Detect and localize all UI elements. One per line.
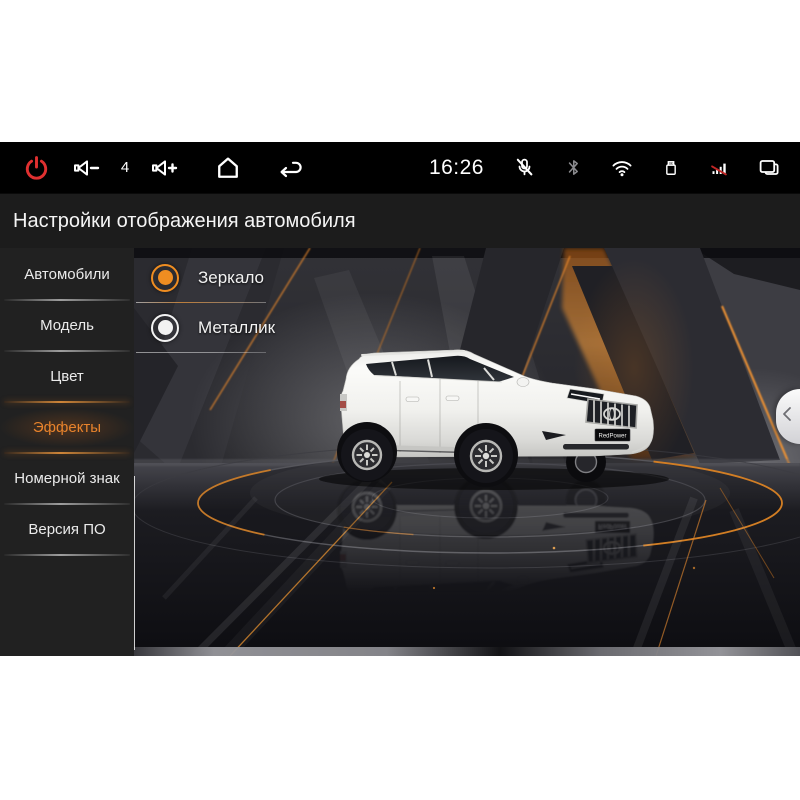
- sidebar: Автомобили Модель Цвет Эффекты Номерной …: [0, 248, 134, 656]
- option-metallic[interactable]: Металлик: [134, 303, 364, 352]
- power-icon: [23, 154, 50, 181]
- volume-up-icon: [149, 155, 179, 181]
- volume-down-button[interactable]: [66, 148, 106, 188]
- effects-options: Зеркало Металлик: [134, 253, 364, 353]
- car-preview-area: RedPower: [134, 248, 800, 656]
- power-button[interactable]: [16, 148, 56, 188]
- chevron-left-icon: [782, 406, 792, 427]
- recents-icon[interactable]: [756, 155, 782, 181]
- sidebar-item-effects[interactable]: Эффекты: [0, 403, 134, 452]
- content: Автомобили Модель Цвет Эффекты Номерной …: [0, 248, 800, 656]
- title-bar: Настройки отображения автомобиля: [0, 193, 800, 248]
- sidebar-item-model[interactable]: Модель: [0, 301, 134, 350]
- volume-level: 4: [116, 159, 134, 176]
- no-signal-icon: [707, 155, 733, 181]
- status-bar: 4 16:26: [0, 142, 800, 193]
- home-button[interactable]: [208, 148, 248, 188]
- option-mirror[interactable]: Зеркало: [134, 253, 364, 302]
- option-mirror-label: Зеркало: [198, 268, 264, 288]
- clock: 16:26: [429, 156, 484, 180]
- sidebar-item-license-plate[interactable]: Номерной знак: [0, 454, 134, 503]
- volume-up-button[interactable]: [144, 148, 184, 188]
- status-bar-left: 4: [16, 148, 310, 188]
- panel-separator-highlight: [134, 476, 135, 650]
- wifi-icon: [609, 155, 635, 181]
- sidebar-item-color[interactable]: Цвет: [0, 352, 134, 401]
- sidebar-item-software-version[interactable]: Версия ПО: [0, 505, 134, 554]
- radio-metallic[interactable]: [151, 314, 179, 342]
- volume-down-icon: [71, 155, 101, 181]
- back-button[interactable]: [270, 148, 310, 188]
- back-icon: [275, 155, 305, 181]
- status-bar-right: 16:26: [429, 155, 782, 181]
- head-unit-screen: 4 16:26: [0, 142, 800, 656]
- divider: [136, 352, 266, 353]
- radio-mirror[interactable]: [151, 264, 179, 292]
- usb-drive-icon: [658, 155, 684, 181]
- option-metallic-label: Металлик: [198, 318, 275, 338]
- divider: [4, 554, 130, 556]
- bluetooth-icon: [560, 155, 586, 181]
- home-icon: [214, 154, 242, 182]
- sidebar-item-cars[interactable]: Автомобили: [0, 250, 134, 299]
- page-title: Настройки отображения автомобиля: [13, 210, 356, 233]
- mic-muted-icon: [511, 155, 537, 181]
